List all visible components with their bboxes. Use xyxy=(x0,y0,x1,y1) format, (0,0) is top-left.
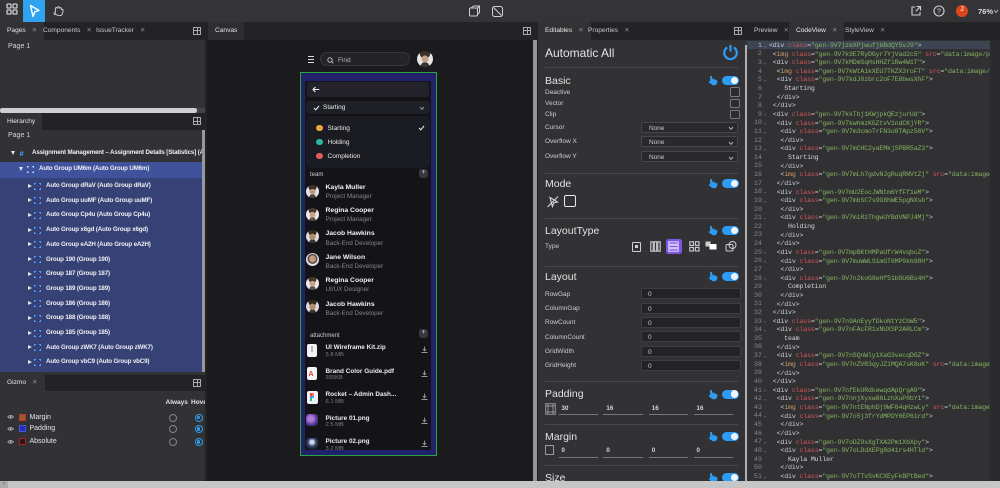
svg-text:?: ? xyxy=(937,8,941,15)
